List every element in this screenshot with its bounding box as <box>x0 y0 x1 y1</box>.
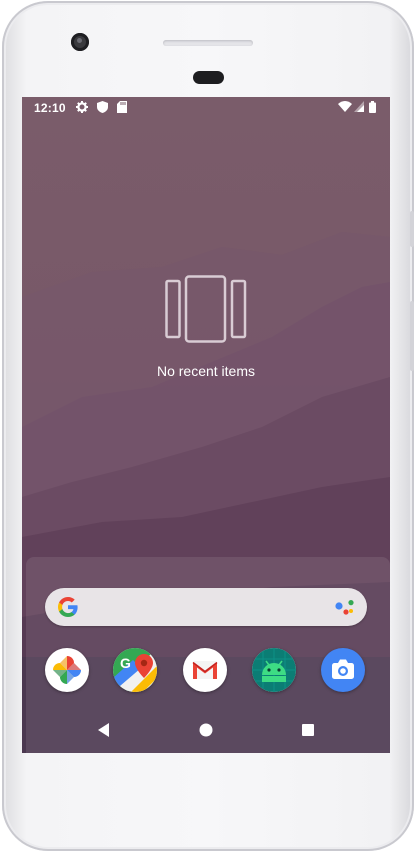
screen: 12:10 No recent items G <box>22 97 390 753</box>
recents-cards-icon <box>165 275 247 343</box>
overview-icon[interactable] <box>297 719 319 741</box>
svg-text:G: G <box>120 655 131 671</box>
front-camera <box>71 33 89 51</box>
maps-icon: G <box>113 648 157 692</box>
camera-icon <box>332 659 354 679</box>
maps-app[interactable]: G <box>113 648 157 692</box>
wifi-icon <box>338 101 352 112</box>
google-g-icon <box>58 597 78 617</box>
android-app[interactable] <box>252 648 296 692</box>
photos-icon <box>53 656 81 684</box>
gmail-icon <box>192 661 218 679</box>
assistant-icon[interactable] <box>335 599 355 617</box>
google-search-bar[interactable] <box>45 588 367 626</box>
navigation-bar <box>22 707 390 753</box>
proximity-sensor <box>193 71 224 84</box>
settings-icon <box>76 101 88 113</box>
no-recent-items-text: No recent items <box>156 363 256 379</box>
earpiece-speaker <box>163 40 253 46</box>
status-time: 12:10 <box>34 101 66 115</box>
sd-card-icon <box>117 101 127 113</box>
back-icon[interactable] <box>93 719 115 741</box>
power-button <box>410 211 414 247</box>
photos-app[interactable] <box>45 648 89 692</box>
gmail-app[interactable] <box>183 648 227 692</box>
android-icon <box>252 648 296 692</box>
volume-button <box>410 301 414 371</box>
camera-app[interactable] <box>321 648 365 692</box>
shield-icon <box>97 101 108 113</box>
status-bar: 12:10 <box>22 97 390 119</box>
home-icon[interactable] <box>195 719 217 741</box>
signal-icon <box>354 101 364 112</box>
battery-icon <box>369 101 376 113</box>
